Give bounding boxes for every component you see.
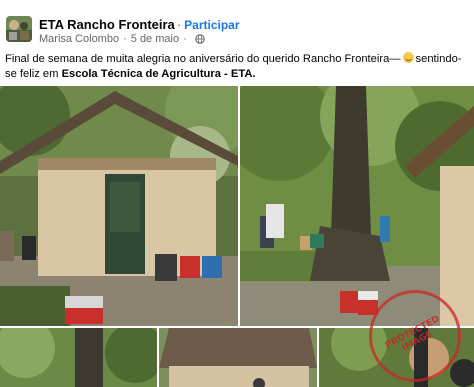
author-name-link[interactable]: Marisa Colombo bbox=[39, 33, 119, 45]
join-group-link[interactable]: Participar bbox=[184, 18, 239, 32]
group-avatar[interactable] bbox=[6, 16, 32, 42]
photo-tree-image bbox=[240, 86, 474, 326]
photo-trees-image bbox=[0, 328, 157, 387]
photo-4[interactable] bbox=[159, 328, 317, 387]
post-meta: Marisa Colombo · 5 de maio · bbox=[39, 33, 205, 45]
post-body-text: Final de semana de muita alegria no aniv… bbox=[5, 52, 473, 82]
photo-3[interactable] bbox=[0, 328, 157, 387]
protected-image-watermark: PROTECTED IMAGE bbox=[369, 290, 461, 382]
group-avatar-image bbox=[6, 16, 32, 42]
post-header: ETA Rancho Fronteira · Participar Marisa C… bbox=[0, 8, 474, 48]
facebook-post: ETA Rancho Fronteira · Participar Marisa C… bbox=[0, 0, 474, 387]
post-date-link[interactable]: 5 de maio bbox=[131, 33, 179, 45]
smiling-face-icon bbox=[402, 52, 414, 63]
location-link[interactable]: Escola Técnica de Agricultura - ETA. bbox=[62, 68, 256, 80]
photo-house-image bbox=[0, 86, 238, 326]
meta-separator-2: · bbox=[183, 33, 187, 45]
post-text-part1: Final de semana de muita alegria no aniv… bbox=[5, 53, 401, 65]
photo-2[interactable] bbox=[240, 86, 474, 326]
photo-1[interactable] bbox=[0, 86, 238, 326]
watermark-label: PROTECTED IMAGE bbox=[383, 314, 442, 354]
meta-separator: · bbox=[123, 33, 127, 45]
group-name-link[interactable]: ETA Rancho Fronteira bbox=[39, 17, 175, 32]
photo-roof-image bbox=[159, 328, 317, 387]
globe-icon bbox=[194, 34, 205, 44]
group-title-line: ETA Rancho Fronteira · Participar bbox=[39, 17, 240, 32]
separator-dot: · bbox=[176, 17, 182, 32]
